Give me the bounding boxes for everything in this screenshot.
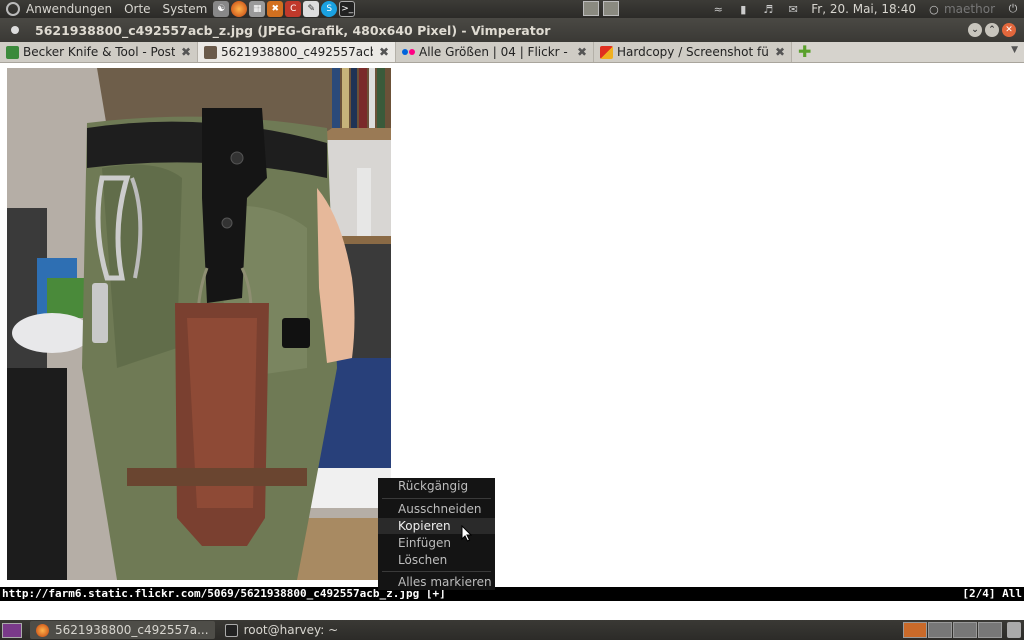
taskbar-item-firefox[interactable]: 5621938800_c492557a...	[30, 621, 215, 639]
status-tab-position: [2/4] All	[962, 587, 1022, 600]
workspace-switcher[interactable]	[903, 622, 1002, 638]
skype-icon[interactable]: S	[321, 1, 338, 17]
volume-icon[interactable]: ♬	[761, 3, 775, 16]
tab-flickr[interactable]: Alle Größen | 04 | Flickr - F... ✖	[396, 42, 594, 62]
chat-icon[interactable]: ○	[927, 3, 941, 16]
tab-bar: Becker Knife & Tool - Post ... ✖ 5621938…	[0, 42, 1024, 63]
tab-title: 5621938800_c492557acb_z...	[221, 45, 373, 59]
new-tab-icon[interactable]: ✚	[798, 44, 814, 60]
notes-icon[interactable]: ✎	[303, 1, 320, 17]
workspace-4[interactable]	[978, 622, 1002, 638]
tab-close-icon[interactable]: ✖	[379, 45, 389, 59]
menu-item-delete[interactable]: Löschen	[398, 552, 447, 568]
knife-photo[interactable]	[7, 68, 391, 580]
tab-title: Becker Knife & Tool - Post ...	[23, 45, 175, 59]
menu-item-copy[interactable]: Kopieren	[378, 518, 495, 534]
applet-icon[interactable]: ☯	[213, 1, 230, 17]
window-menu-icon[interactable]	[11, 26, 19, 34]
window-title: 5621938800_c492557acb_z.jpg (JPEG-Grafik…	[35, 22, 551, 38]
menu-separator	[382, 498, 491, 499]
becker-favicon-icon	[6, 45, 19, 59]
tab-close-icon[interactable]: ✖	[181, 45, 191, 59]
menu-places[interactable]: Orte	[124, 2, 150, 16]
terminal-icon	[224, 623, 238, 637]
menu-item-cut[interactable]: Ausschneiden	[398, 501, 481, 517]
context-menu: Rückgängig Ausschneiden Kopieren Einfüge…	[378, 478, 495, 590]
tab-becker[interactable]: Becker Knife & Tool - Post ... ✖	[0, 42, 198, 62]
clock[interactable]: Fr, 20. Mai, 18:40	[811, 2, 916, 16]
menu-system[interactable]: System	[163, 2, 208, 16]
tab-hardcopy[interactable]: Hardcopy / Screenshot für ... ✖	[594, 42, 792, 62]
tools-icon[interactable]: ✖	[267, 1, 284, 17]
browser-content[interactable]	[0, 63, 1024, 587]
workspace-1[interactable]	[903, 622, 927, 638]
mouse-pointer-icon	[461, 525, 473, 542]
menu-item-paste[interactable]: Einfügen	[398, 535, 451, 551]
tab-title: Alle Größen | 04 | Flickr - F...	[419, 45, 571, 59]
menu-item-undo[interactable]: Rückgängig	[398, 478, 468, 494]
vimperator-statusline: http://farm6.static.flickr.com/5069/5621…	[0, 587, 1024, 601]
task-label: root@harvey: ~	[243, 623, 339, 637]
bottom-panel: 5621938800_c492557a... root@harvey: ~	[0, 620, 1024, 640]
tab-list-icon[interactable]: ▼	[1011, 45, 1018, 55]
show-desktop-icon[interactable]	[2, 622, 22, 638]
cyberduck-icon[interactable]: C	[285, 1, 302, 17]
trash-icon[interactable]	[1007, 622, 1021, 638]
battery-icon[interactable]: ▮	[736, 3, 750, 16]
firefox-icon	[36, 623, 49, 637]
status-url[interactable]: http://farm6.static.flickr.com/5069/5621…	[2, 587, 419, 600]
workspace-2[interactable]	[928, 622, 952, 638]
workspace-3[interactable]	[953, 622, 977, 638]
minimize-button[interactable]: ⌄	[968, 23, 982, 37]
maximize-button[interactable]: ⌃	[985, 23, 999, 37]
menu-separator	[382, 571, 491, 572]
window-indicator-applet[interactable]	[583, 1, 619, 16]
hardcopy-favicon-icon	[600, 45, 613, 59]
image-favicon-icon	[204, 45, 217, 59]
menu-applications[interactable]: Anwendungen	[26, 2, 112, 16]
top-panel: Anwendungen Orte System ☯ ▦ ✖ C ✎ S >_ ≈…	[0, 0, 1024, 18]
power-icon[interactable]: ⏻	[1006, 2, 1020, 15]
taskbar-item-terminal[interactable]: root@harvey: ~	[219, 621, 345, 639]
window-titlebar[interactable]: 5621938800_c492557acb_z.jpg (JPEG-Grafik…	[0, 18, 1024, 42]
ubuntu-logo-icon[interactable]	[6, 2, 20, 16]
task-label: 5621938800_c492557a...	[55, 623, 209, 637]
tab-close-icon[interactable]: ✖	[577, 45, 587, 59]
mail-icon[interactable]: ✉	[786, 3, 800, 16]
calculator-icon[interactable]: ▦	[249, 1, 266, 17]
menu-item-select-all[interactable]: Alles markieren	[398, 574, 492, 590]
knife-photo-graphic	[7, 68, 391, 580]
tab-close-icon[interactable]: ✖	[775, 45, 785, 59]
firefox-icon[interactable]	[231, 1, 248, 17]
window-list-icon[interactable]	[603, 1, 619, 16]
user-name[interactable]: maethor	[944, 2, 995, 16]
tab-image[interactable]: 5621938800_c492557acb_z... ✖	[198, 42, 396, 62]
terminal-icon[interactable]: >_	[339, 1, 356, 17]
close-button[interactable]: ✕	[1002, 23, 1016, 37]
window-list-icon[interactable]	[583, 1, 599, 16]
vimperator-commandline[interactable]	[0, 601, 1024, 620]
flickr-favicon-icon	[402, 46, 415, 59]
wifi-icon[interactable]: ≈	[711, 3, 725, 16]
tab-title: Hardcopy / Screenshot für ...	[617, 45, 769, 59]
